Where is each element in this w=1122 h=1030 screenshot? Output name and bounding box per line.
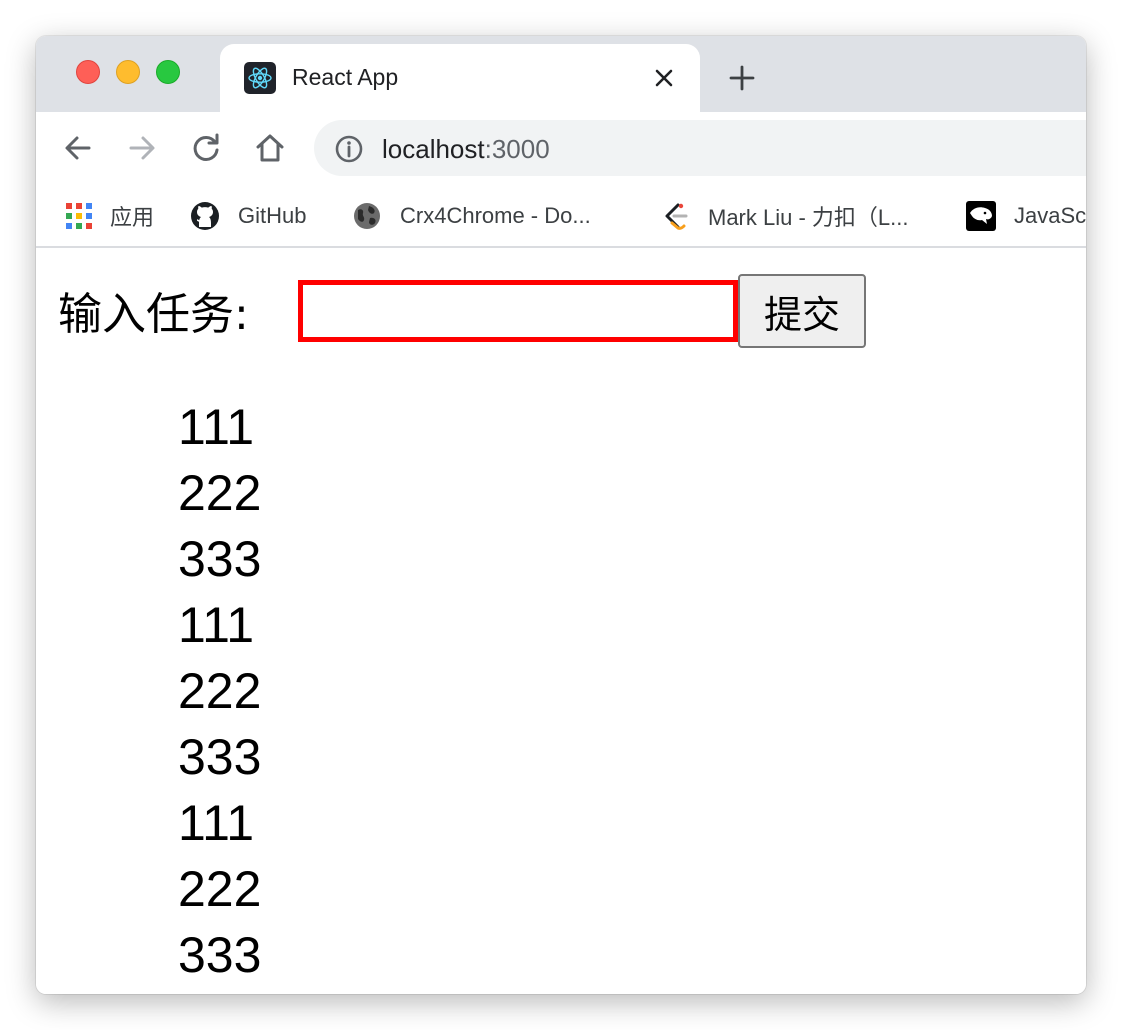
reload-icon[interactable] bbox=[188, 130, 224, 166]
bookmark-label: 应用 bbox=[110, 205, 155, 230]
bookmark-crx4chrome[interactable]: Crx4Chrome - Do... bbox=[352, 198, 591, 234]
task-list: 111 222 333 111 222 333 111 222 333 bbox=[178, 394, 261, 988]
tab-title: React App bbox=[292, 64, 399, 90]
site-info-icon[interactable] bbox=[334, 134, 364, 164]
tab-strip: React App bbox=[36, 36, 1086, 112]
task-input[interactable] bbox=[298, 280, 738, 342]
minimize-window-button[interactable] bbox=[116, 60, 140, 84]
globe-icon bbox=[354, 203, 380, 229]
bookmark-leetcode[interactable]: Mark Liu - 力扣（L... bbox=[660, 198, 908, 234]
apps-grid-icon bbox=[66, 203, 92, 229]
tab-react-app[interactable]: React App bbox=[220, 44, 700, 112]
bookmark-label: Mark Liu - 力扣（L... bbox=[708, 205, 909, 230]
bookmark-javascript[interactable]: JavaSc bbox=[966, 198, 1086, 234]
bookmark-github[interactable]: GitHub bbox=[190, 198, 306, 234]
leetcode-icon bbox=[665, 203, 688, 230]
task-item: 333 bbox=[178, 729, 262, 785]
browser-window: React App localhost:3000 应用 GitHub Crx4C… bbox=[36, 36, 1086, 994]
url-host: localhost bbox=[382, 134, 485, 164]
task-item: 333 bbox=[178, 927, 262, 983]
url-port: :3000 bbox=[484, 134, 550, 164]
github-icon bbox=[191, 202, 219, 230]
react-logo-icon bbox=[244, 62, 276, 94]
submit-button[interactable]: 提交 bbox=[738, 274, 866, 348]
task-item: 222 bbox=[178, 663, 262, 719]
close-tab-icon[interactable] bbox=[652, 66, 676, 90]
browser-toolbar: localhost:3000 bbox=[36, 112, 1086, 184]
maximize-window-button[interactable] bbox=[156, 60, 180, 84]
back-arrow-icon[interactable] bbox=[60, 130, 96, 166]
bookmark-apps[interactable]: 应用 bbox=[64, 198, 154, 234]
home-icon[interactable] bbox=[252, 130, 288, 166]
bookmark-label: JavaSc bbox=[1014, 203, 1086, 228]
bookmark-label: GitHub bbox=[238, 203, 307, 228]
address-bar[interactable]: localhost:3000 bbox=[314, 120, 1086, 176]
page-content: 输入任务: 提交 111 222 333 111 222 333 111 222… bbox=[36, 248, 1086, 994]
bookmarks-bar: 应用 GitHub Crx4Chrome - Do... Mark Liu - … bbox=[36, 184, 1086, 248]
new-tab-plus-icon[interactable] bbox=[728, 64, 756, 92]
task-item: 333 bbox=[178, 531, 262, 587]
task-item: 111 bbox=[178, 399, 255, 455]
task-input-label: 输入任务: bbox=[58, 289, 249, 340]
task-item: 222 bbox=[178, 861, 262, 917]
url-text: localhost:3000 bbox=[382, 134, 550, 165]
forward-arrow-icon[interactable] bbox=[124, 130, 160, 166]
bookmark-label: Crx4Chrome - Do... bbox=[400, 203, 591, 228]
task-item: 111 bbox=[178, 597, 255, 653]
task-item: 222 bbox=[178, 465, 262, 521]
task-item: 111 bbox=[178, 795, 255, 851]
close-window-button[interactable] bbox=[76, 60, 100, 84]
panther-icon bbox=[966, 201, 996, 231]
